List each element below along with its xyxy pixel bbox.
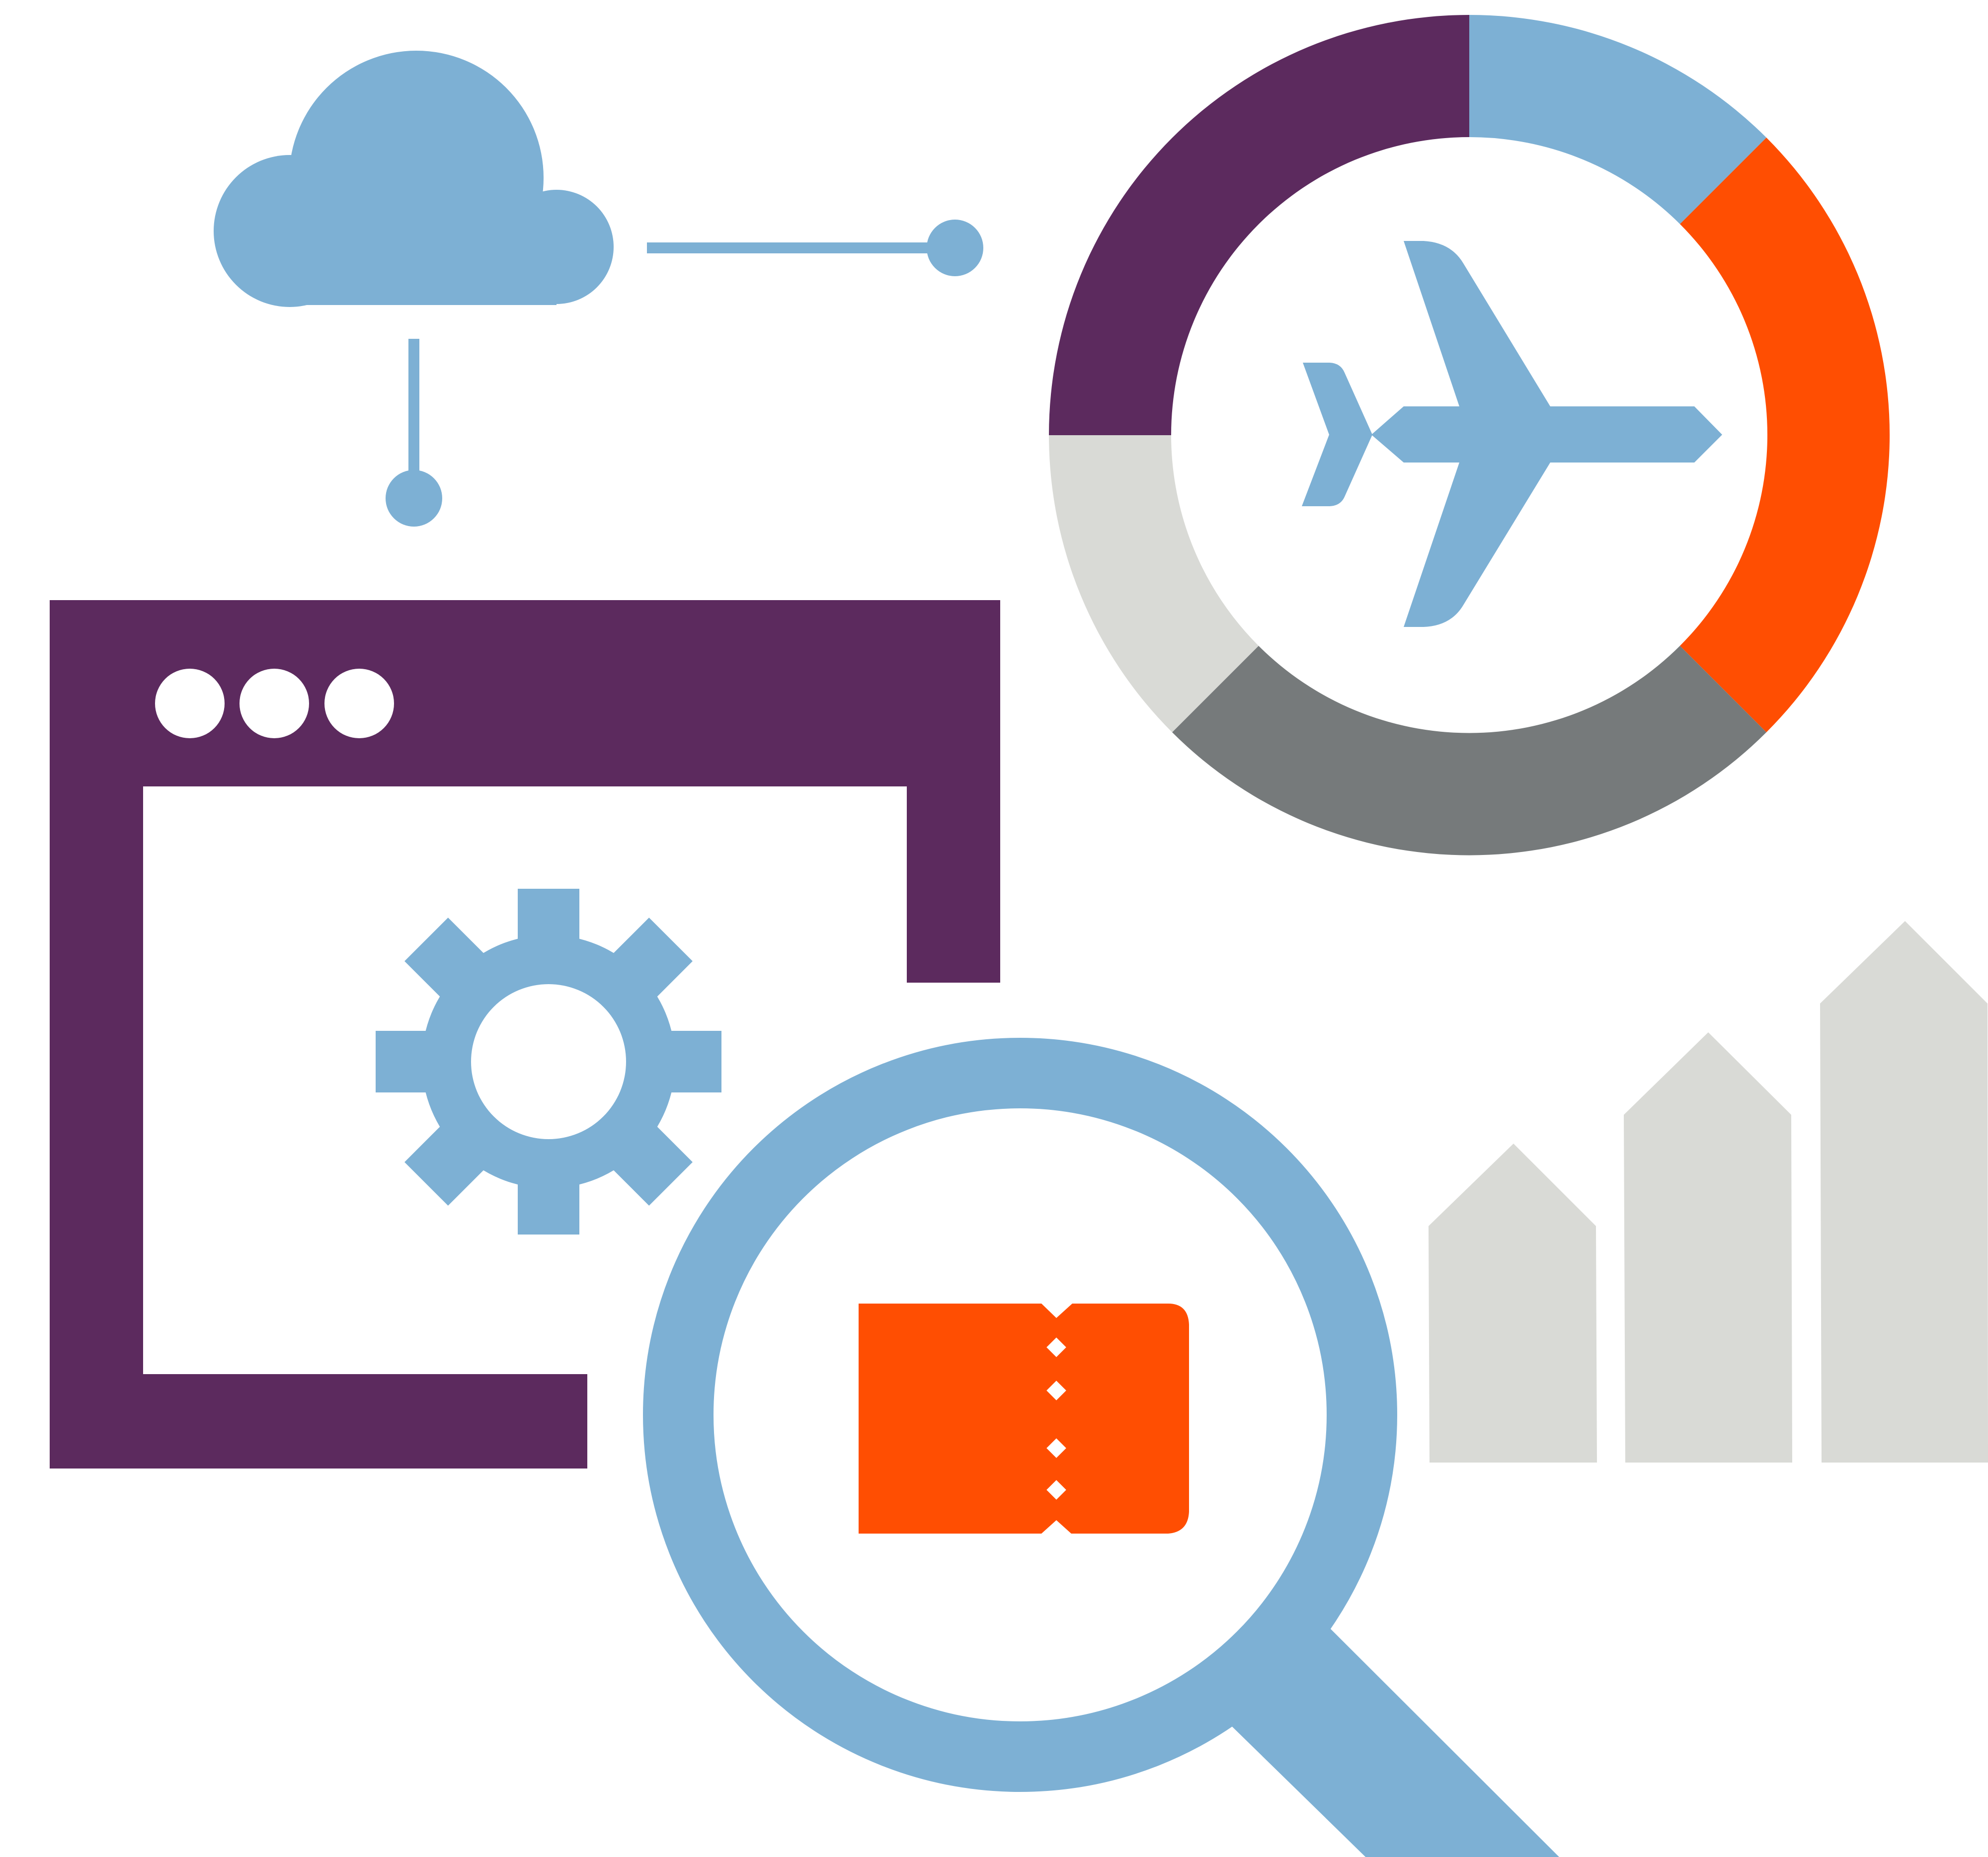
connector-right: [647, 220, 983, 276]
magnifying-glass-icon: [643, 1038, 1559, 1857]
donut-segment-dark-gray: [1172, 646, 1766, 855]
bar-arrow-2: [1624, 1032, 1792, 1463]
window-dot-2: [239, 669, 309, 738]
airplane-icon: [1302, 241, 1722, 627]
donut-segment-purple: [1049, 15, 1469, 435]
gear-icon: [376, 889, 721, 1235]
ticket-icon: [859, 1304, 1189, 1534]
bar-arrow-1: [1429, 1144, 1597, 1463]
donut-ring: [1049, 14, 1890, 855]
bar-arrow-3: [1820, 921, 1988, 1463]
cloud-icon: [214, 51, 614, 307]
window-dot-3: [324, 669, 394, 738]
browser-frame-bottom: [50, 1374, 587, 1469]
browser-frame-left: [50, 600, 143, 1469]
browser-window-icon: [50, 600, 1000, 1469]
illustration: [50, 14, 1988, 1857]
window-dot-1: [155, 669, 225, 738]
browser-frame-right: [907, 600, 1000, 983]
cloud-group: [214, 51, 983, 527]
connector-down: [386, 339, 442, 527]
bar-chart-arrows: [1429, 921, 1988, 1463]
